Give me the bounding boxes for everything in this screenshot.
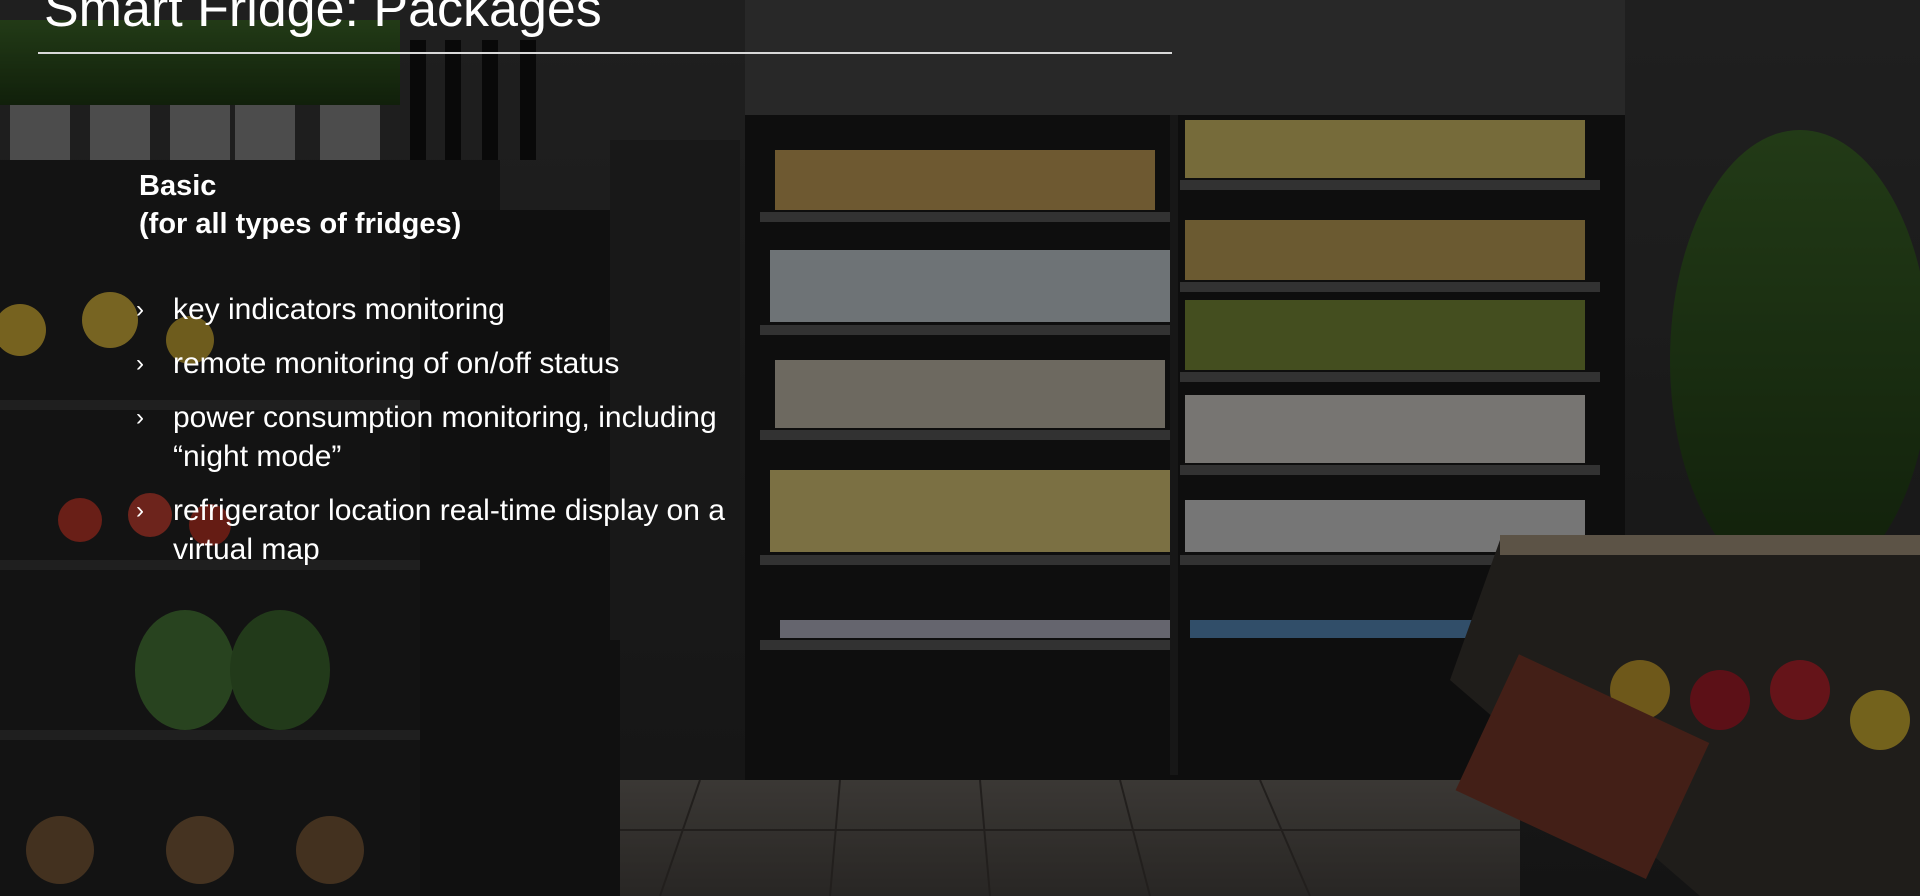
package-heading: Basic (for all types of fridges): [139, 167, 461, 243]
feature-list: › key indicators monitoring › remote mon…: [136, 290, 776, 584]
feature-text: key indicators monitoring: [173, 293, 505, 326]
chevron-right-icon: ›: [136, 404, 144, 431]
slide-title: Smart Fridge: Packages: [44, 0, 602, 38]
list-item: › remote monitoring of on/off status: [136, 344, 776, 383]
slide: Smart Fridge: Packages Basic (for all ty…: [0, 0, 1920, 896]
feature-text: remote monitoring of on/off status: [173, 347, 620, 380]
chevron-right-icon: ›: [136, 350, 144, 377]
list-item: › key indicators monitoring: [136, 290, 776, 329]
chevron-right-icon: ›: [136, 497, 144, 524]
list-item: › refrigerator location real-time displa…: [136, 491, 776, 569]
list-item: › power consumption monitoring, includin…: [136, 398, 776, 476]
feature-text: refrigerator location real-time display …: [173, 494, 725, 566]
chevron-right-icon: ›: [136, 296, 144, 323]
feature-text: power consumption monitoring, including …: [173, 401, 717, 473]
package-name: Basic: [139, 170, 217, 202]
title-underline: [38, 52, 1172, 54]
package-subtitle: (for all types of fridges): [139, 208, 462, 240]
